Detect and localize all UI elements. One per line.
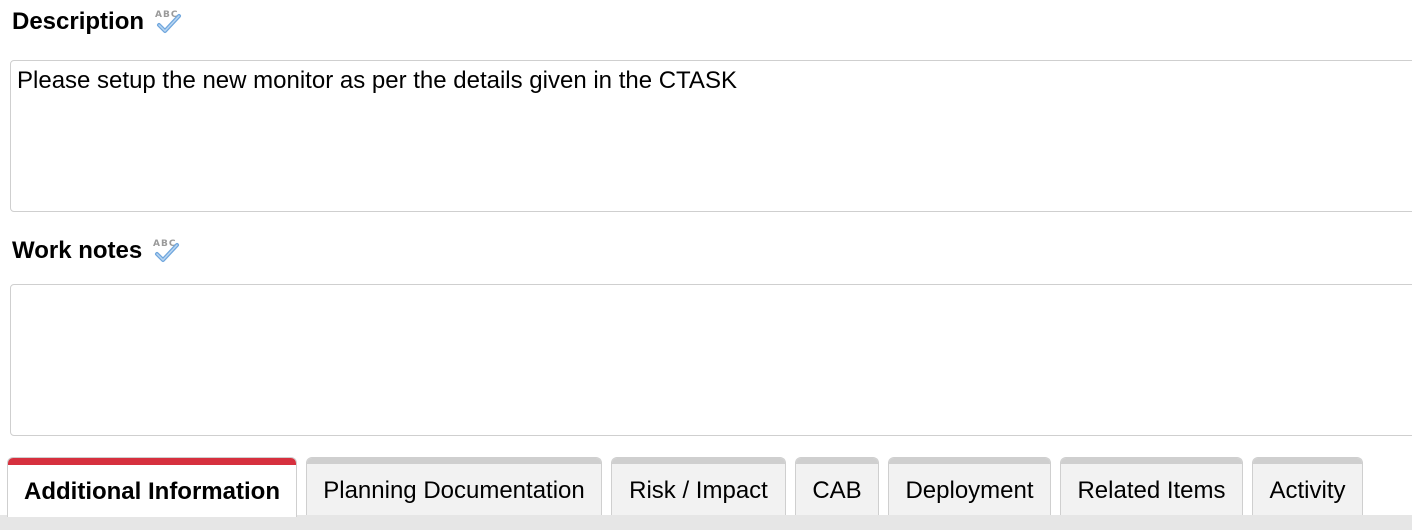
tab-label: Activity — [1269, 476, 1346, 504]
tab-label: Related Items — [1077, 476, 1226, 504]
work-notes-field[interactable] — [10, 284, 1412, 436]
tab-strip — [0, 515, 1412, 530]
work-notes-label-text: Work notes — [12, 237, 143, 264]
tab-related-items[interactable]: Related Items — [1060, 457, 1243, 515]
tab-planning-documentation[interactable]: Planning Documentation — [306, 457, 602, 515]
tab-additional-information[interactable]: Additional Information — [7, 457, 297, 517]
tab-activity[interactable]: Activity — [1252, 457, 1363, 515]
section-tabs: Additional Information Planning Document… — [0, 455, 1412, 530]
description-label: Description ABC — [12, 6, 186, 38]
tab-label: Additional Information — [24, 477, 280, 505]
description-label-text: Description — [12, 8, 145, 35]
tab-cab[interactable]: CAB — [795, 457, 879, 515]
tab-risk-impact[interactable]: Risk / Impact — [611, 457, 786, 515]
tab-label: Deployment — [905, 476, 1034, 504]
spellcheck-icon[interactable]: ABC — [152, 7, 186, 37]
description-value: Please setup the new monitor as per the … — [17, 67, 737, 94]
spellcheck-icon[interactable]: ABC — [150, 236, 184, 266]
tab-deployment[interactable]: Deployment — [888, 457, 1051, 515]
tab-label: Risk / Impact — [629, 476, 768, 504]
tab-label: Planning Documentation — [323, 476, 585, 504]
work-notes-label: Work notes ABC — [12, 235, 184, 267]
tab-label: CAB — [812, 476, 862, 504]
description-field[interactable]: Please setup the new monitor as per the … — [10, 60, 1412, 212]
